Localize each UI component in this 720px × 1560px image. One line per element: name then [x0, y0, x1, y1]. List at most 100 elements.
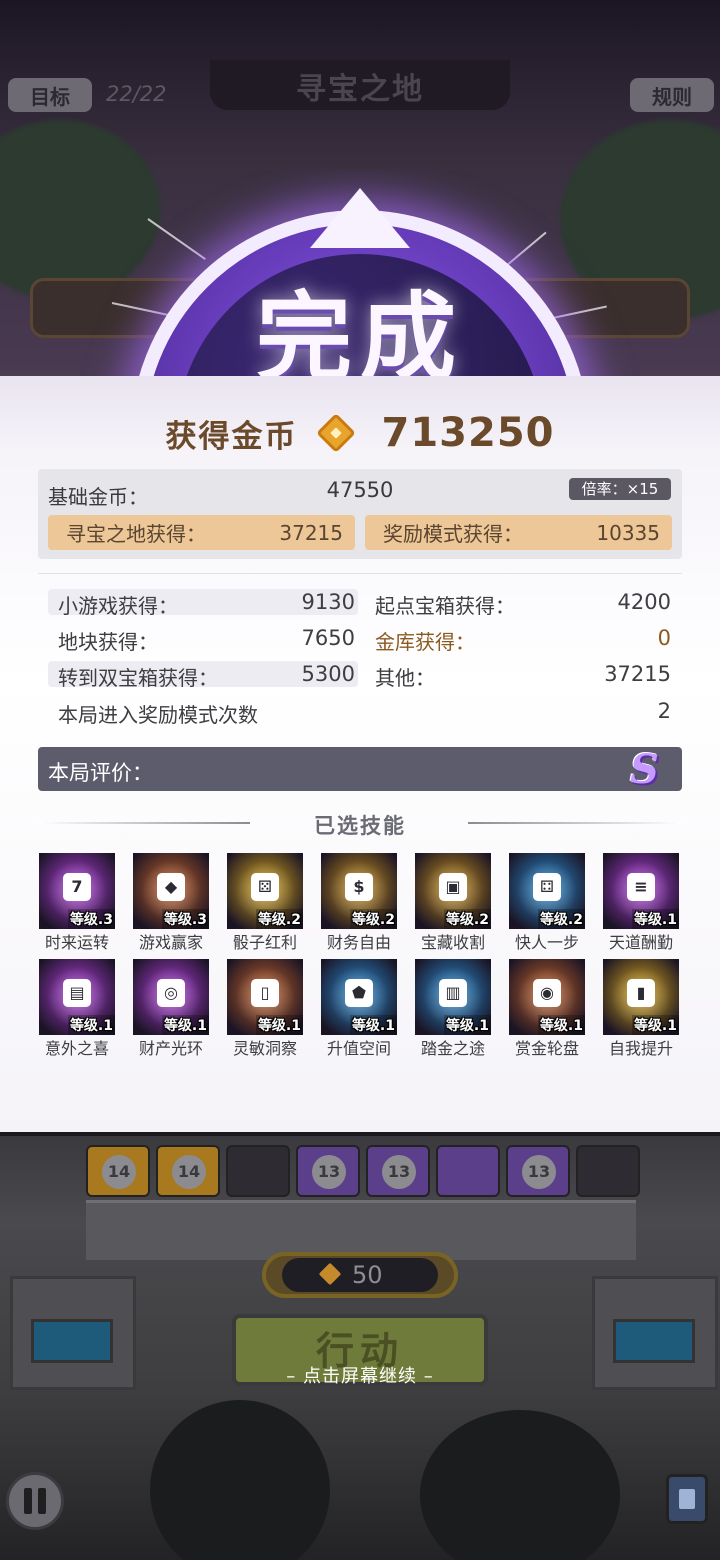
tile-number [452, 1155, 486, 1189]
gift-chest-icon: ▤ [63, 979, 91, 1007]
skill-level: 等级.1 [631, 1015, 679, 1035]
skill-icon-frame: ▥ 等级.1 [415, 959, 491, 1035]
base-coins-label: 基础金币： [48, 485, 148, 509]
goal-button[interactable]: 目标 [8, 78, 92, 112]
skill-card[interactable]: ◆ 等级.3 游戏赢家 [133, 853, 209, 953]
skill-card[interactable]: 7 等级.3 时来运转 [39, 853, 115, 953]
diamond-icon: ◆ [157, 873, 185, 901]
skill-level: 等级.2 [443, 909, 491, 929]
tile-number: 14 [172, 1155, 206, 1189]
skill-icon-frame: $ 等级.2 [321, 853, 397, 929]
skill-icon-frame: ◆ 等级.3 [133, 853, 209, 929]
tile-number: 14 [102, 1155, 136, 1189]
tile-number: 13 [312, 1155, 346, 1189]
skill-card[interactable]: ▣ 等级.2 宝藏收割 [415, 853, 491, 953]
skill-level: 等级.2 [537, 909, 585, 929]
total-reward: 获得金币 713250 [0, 408, 720, 458]
skill-card[interactable]: ▤ 等级.1 意外之喜 [39, 959, 115, 1059]
board-tile: 14 [86, 1145, 150, 1197]
skill-card[interactable]: ▥ 等级.1 踏金之途 [415, 959, 491, 1059]
skill-level: 等级.2 [349, 909, 397, 929]
dice-icon: ⚄ [251, 873, 279, 901]
skill-icon-frame: ▣ 等级.2 [415, 853, 491, 929]
breakdown-label: 奖励模式获得： [383, 522, 523, 546]
stat-label: 其他： [375, 666, 435, 690]
divider [38, 573, 682, 574]
board-tile [226, 1145, 290, 1197]
rules-button[interactable]: 规则 [630, 78, 714, 112]
stat-label: 起点宝箱获得： [375, 594, 515, 618]
breakdown-label: 寻宝之地获得： [66, 522, 206, 546]
breakdown-value: 10335 [596, 520, 660, 545]
skill-card[interactable]: ◎ 等级.1 财产光环 [133, 959, 209, 1059]
skill-card[interactable]: ▮ 等级.1 自我提升 [603, 959, 679, 1059]
action-cost-value: 50 [352, 1261, 383, 1289]
skill-name: 财产光环 [138, 1039, 203, 1058]
skill-name: 意外之喜 [44, 1039, 109, 1058]
completion-badge: 完成 [0, 170, 720, 380]
skill-name: 灵敏洞察 [232, 1039, 297, 1058]
card-icon[interactable] [666, 1474, 708, 1524]
gold-path-icon: ▥ [439, 979, 467, 1007]
stat-value: 5300 [301, 662, 355, 686]
skill-icon-frame: ▮ 等级.1 [603, 959, 679, 1035]
pause-button[interactable] [6, 1472, 64, 1530]
skill-icon-frame: 7 等级.3 [39, 853, 115, 929]
gem-up-icon: ⬟ [345, 979, 373, 1007]
skill-name: 赏金轮盘 [514, 1039, 579, 1058]
skill-level: 等级.1 [67, 1015, 115, 1035]
lucky-seven-icon: 7 [63, 873, 91, 901]
skill-name: 自我提升 [608, 1039, 673, 1058]
skill-card[interactable]: ≡ 等级.1 天道酬勤 [603, 853, 679, 953]
skill-card[interactable]: ◉ 等级.1 赏金轮盘 [509, 959, 585, 1059]
skill-name: 骰子红利 [232, 933, 297, 952]
board-rail [86, 1200, 636, 1260]
breakdown-treasure-land: 寻宝之地获得： 37215 [48, 515, 355, 550]
tile-number: 13 [522, 1155, 556, 1189]
skill-level: 等级.3 [67, 909, 115, 929]
skill-name: 宝藏收割 [420, 933, 485, 952]
skill-icon-frame: ▯ 等级.1 [227, 959, 303, 1035]
skill-icon-frame: ⬟ 等级.1 [321, 959, 397, 1035]
skill-name: 快人一步 [514, 933, 579, 952]
skill-name: 踏金之途 [420, 1039, 485, 1058]
board-tile [436, 1145, 500, 1197]
skill-icon-frame: ⚄ 等级.2 [227, 853, 303, 929]
rating-label: 本局评价： [48, 761, 153, 785]
skill-name: 财务自由 [326, 933, 391, 952]
stat-value: 4200 [617, 590, 671, 614]
skill-icon-frame: ▤ 等级.1 [39, 959, 115, 1035]
skill-card[interactable]: ▯ 等级.1 灵敏洞察 [227, 959, 303, 1059]
roulette-icon: ◉ [533, 979, 561, 1007]
skill-card[interactable]: ⬟ 等级.1 升值空间 [321, 959, 397, 1059]
breakdown-bonus-mode: 奖励模式获得： 10335 [365, 515, 672, 550]
skill-icon-frame: ≡ 等级.1 [603, 853, 679, 929]
skill-level: 等级.1 [161, 1015, 209, 1035]
board-tile: 13 [506, 1145, 570, 1197]
stat-label: 地块获得： [58, 630, 158, 654]
skill-card[interactable]: ⚄ 等级.2 骰子红利 [227, 853, 303, 953]
breakdown-value: 37215 [279, 520, 343, 545]
pause-icon [38, 1488, 46, 1514]
multiplier-badge: 倍率：×15 [569, 478, 671, 500]
base-coins-value: 47550 [326, 478, 394, 502]
skill-level: 等级.3 [161, 909, 209, 929]
skill-icon-frame: ◉ 等级.1 [509, 959, 585, 1035]
skill-level: 等级.1 [631, 909, 679, 929]
money-bag-icon: $ [345, 873, 373, 901]
goal-progress: 22/22 [106, 82, 167, 106]
skill-icon-frame: ⚃ 等级.2 [509, 853, 585, 929]
skill-level: 等级.1 [349, 1015, 397, 1035]
skills-title: 已选技能 [314, 814, 406, 838]
skill-name: 时来运转 [44, 933, 109, 952]
divider [38, 822, 250, 824]
tap-to-continue-hint[interactable]: – 点击屏幕继续 – [0, 1362, 720, 1388]
tile-number [242, 1155, 276, 1189]
dice-step-icon: ⚃ [533, 873, 561, 901]
board-tile: 14 [156, 1145, 220, 1197]
cards-icon: ▯ [251, 979, 279, 1007]
machine-screen [31, 1319, 113, 1363]
skill-card[interactable]: $ 等级.2 财务自由 [321, 853, 397, 953]
skill-card[interactable]: ⚃ 等级.2 快人一步 [509, 853, 585, 953]
skill-name: 天道酬勤 [608, 933, 673, 952]
